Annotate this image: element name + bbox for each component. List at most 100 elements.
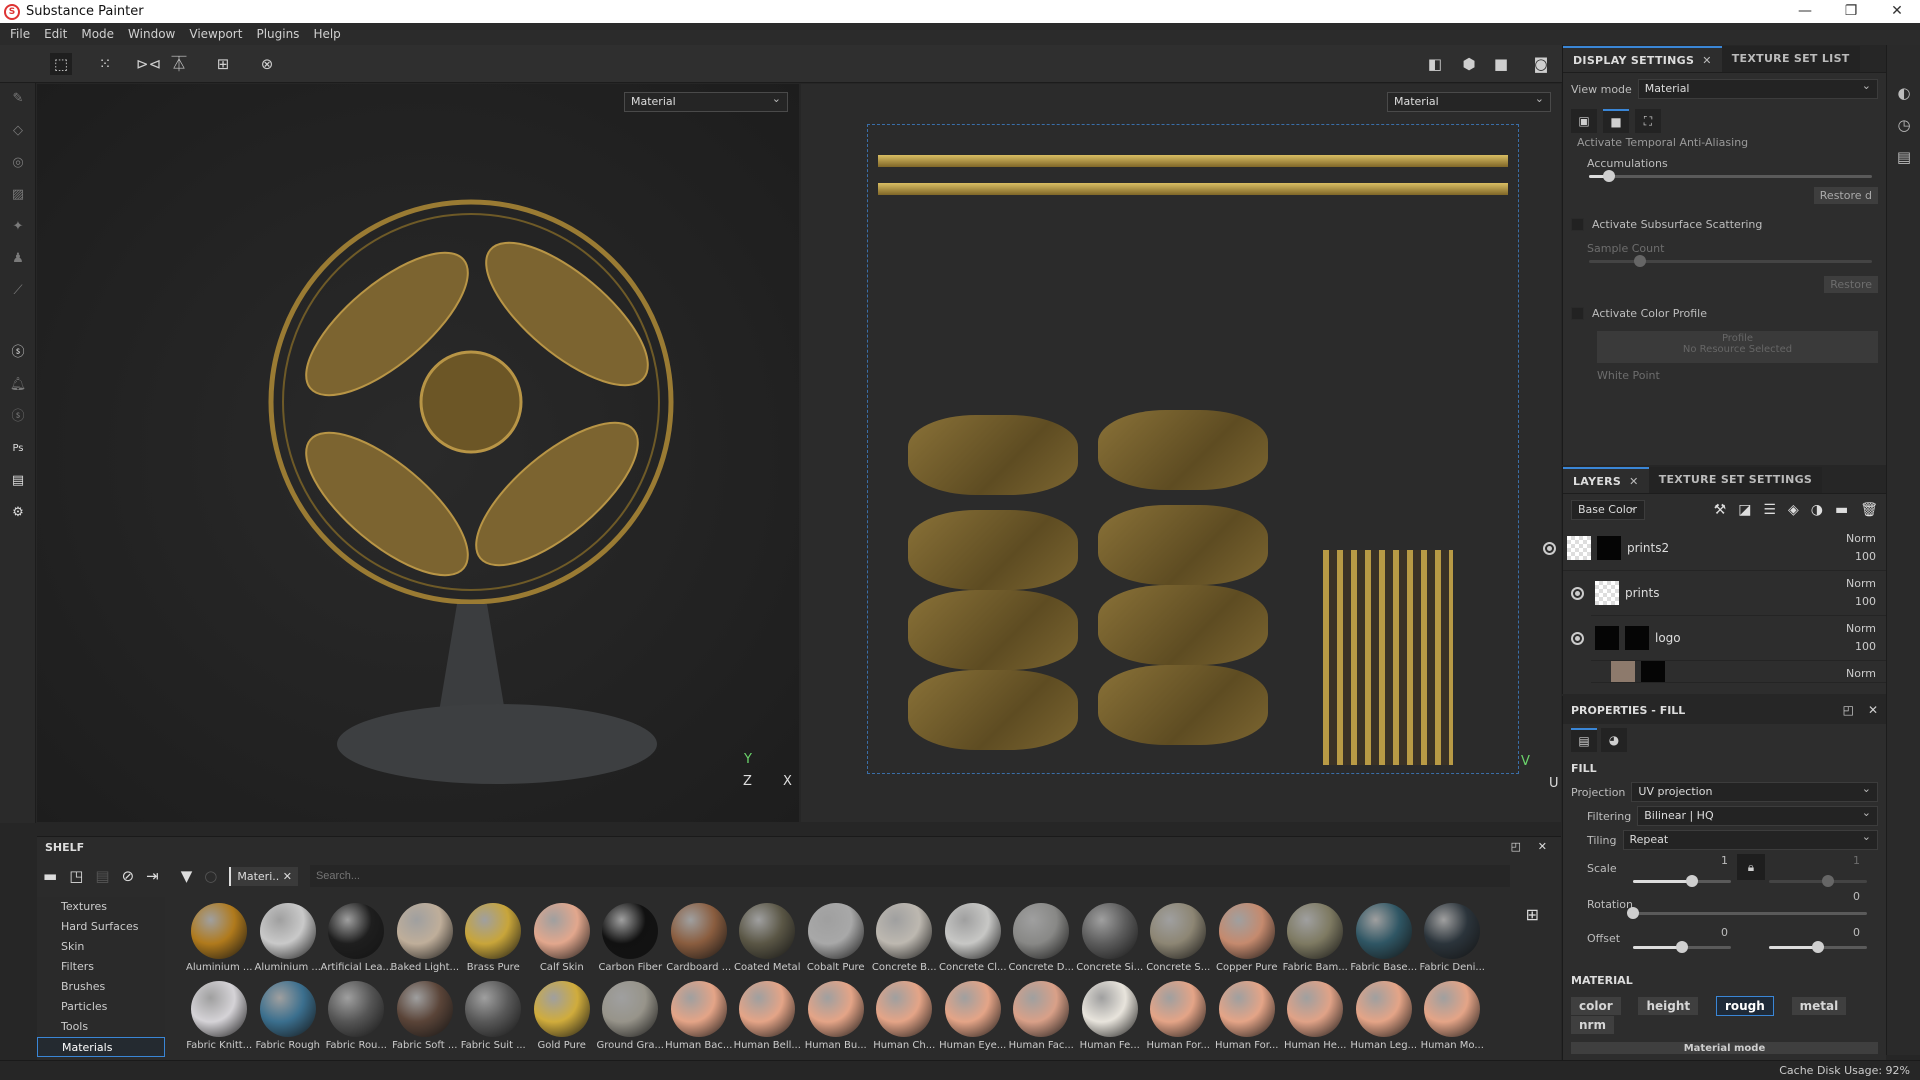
shading-icon[interactable]: ◐ (1887, 77, 1920, 109)
visibility-icon[interactable] (1571, 586, 1584, 600)
float-panel-icon[interactable]: ◰ (1843, 703, 1854, 717)
polygon-fill-icon[interactable]: ▨ (0, 179, 36, 211)
shelf-category-textures[interactable]: Textures (37, 897, 165, 917)
material-item[interactable]: Human For... (1213, 981, 1282, 1059)
paint-icon[interactable]: ✎ (0, 83, 36, 115)
material-nrm-button[interactable]: nrm (1571, 1016, 1614, 1034)
new-resource-icon[interactable]: ◳ (69, 867, 83, 885)
opacity-value[interactable]: 100 (1846, 593, 1876, 611)
profile-selector[interactable]: Profile No Resource Selected (1597, 331, 1878, 363)
viewport-2d[interactable]: Material V U (801, 84, 1561, 822)
material-item[interactable]: Human Mo... (1418, 981, 1487, 1059)
visibility-icon[interactable] (1571, 631, 1584, 645)
material-item[interactable]: Concrete S... (1144, 903, 1213, 981)
opacity-value[interactable]: 100 (1846, 638, 1876, 656)
lock-icon[interactable]: 🔒︎ (1737, 854, 1765, 880)
blend-mode-select[interactable]: Norm (1846, 620, 1876, 638)
material-item[interactable]: Human For... (1144, 981, 1213, 1059)
folder-icon[interactable]: ▬ (43, 867, 57, 885)
screenshot-icon[interactable]: ◙ (1530, 53, 1552, 75)
material-item[interactable]: Concrete Cl... (939, 903, 1008, 981)
save-icon[interactable]: ▤ (95, 867, 109, 885)
shelf-category-materials[interactable]: Materials (37, 1037, 165, 1057)
rotation-value[interactable]: 0 (1853, 890, 1860, 903)
material-item[interactable]: Human Leg... (1350, 981, 1419, 1059)
shelf-category-particles[interactable]: Particles (37, 997, 165, 1017)
offset-v-slider[interactable] (1769, 941, 1867, 953)
smudge-icon[interactable]: ✦ (0, 211, 36, 243)
blend-mode-select[interactable]: Norm (1846, 530, 1876, 548)
viewport-3d[interactable]: Material Y Z X (37, 84, 799, 822)
restore-button[interactable]: Restore d (1813, 187, 1878, 204)
add-effect-icon[interactable]: ⚒ (1714, 502, 1727, 518)
import-icon[interactable]: ⇥ (146, 867, 159, 885)
visibility-icon[interactable] (1543, 541, 1556, 555)
material-height-button[interactable]: height (1638, 997, 1699, 1015)
scale-u-slider[interactable] (1633, 875, 1731, 887)
document-icon[interactable]: ▤ (0, 465, 36, 497)
float-panel-icon[interactable]: ◰ (1511, 840, 1521, 853)
filtering-select[interactable]: Bilinear | HQ (1637, 804, 1878, 826)
material-item[interactable]: Carbon Fiber (596, 903, 665, 981)
layer-row[interactable]: prints2 Norm 100 (1543, 526, 1886, 571)
material-item[interactable]: Copper Pure (1213, 903, 1282, 981)
material-color-button[interactable]: color (1571, 997, 1621, 1015)
shelf-category-tools[interactable]: Tools (37, 1017, 165, 1037)
blend-mode-select[interactable]: Norm (1846, 665, 1876, 682)
material-item[interactable]: Human Bu... (802, 981, 871, 1059)
environment-icon[interactable]: ▣ (1571, 109, 1597, 133)
offset-u-value[interactable]: 0 (1721, 926, 1728, 939)
material-item[interactable]: Brass Pure (459, 903, 528, 981)
material-metal-button[interactable]: metal (1791, 997, 1847, 1015)
material-item[interactable]: Fabric Rou... (322, 981, 391, 1059)
material-item[interactable]: Baked Light... (390, 903, 459, 981)
hide-icon[interactable]: ⊘ (122, 867, 135, 885)
tiling-select[interactable]: Repeat (1622, 828, 1878, 850)
material-sphere-icon[interactable]: ◕ (1601, 728, 1627, 752)
material-item[interactable]: Concrete B... (870, 903, 939, 981)
settings-icon[interactable]: ⚙ (0, 497, 36, 529)
bell-icon[interactable]: 🔔︎ (0, 369, 36, 401)
reset-camera-icon[interactable]: ⊗ (256, 53, 278, 75)
material-item[interactable]: Fabric Base... (1350, 903, 1419, 981)
material-rough-button[interactable]: rough (1715, 996, 1774, 1016)
shelf-category-skin[interactable]: Skin (37, 937, 165, 957)
material-item[interactable]: Calf Skin (528, 903, 597, 981)
symmetry-y-icon[interactable]: ⏄ (168, 53, 190, 75)
scale-u-value[interactable]: 1 (1721, 854, 1728, 867)
view-mode-select[interactable]: Material (1637, 77, 1878, 99)
accumulations-slider[interactable] (1589, 170, 1872, 182)
menu-edit[interactable]: Edit (44, 27, 67, 41)
search-icon[interactable]: ○ (204, 867, 217, 885)
tab-texture-set-list[interactable]: TEXTURE SET LIST (1721, 46, 1860, 72)
material-item[interactable]: Human Eye... (939, 981, 1008, 1059)
material-item[interactable]: Fabric Knitt... (185, 981, 254, 1059)
material-item[interactable]: Human He... (1281, 981, 1350, 1059)
add-folder-icon[interactable]: ▬ (1835, 502, 1848, 518)
filter-icon[interactable]: ▼ (181, 867, 193, 885)
material-item[interactable]: Artificial Lea... (320, 903, 392, 981)
filter-chip[interactable]: Materi.. ✕ (229, 866, 298, 886)
material-item[interactable]: Human Bell... (733, 981, 802, 1059)
tab-texture-set-settings[interactable]: TEXTURE SET SETTINGS (1648, 467, 1823, 493)
material-item[interactable]: Fabric Bam... (1281, 903, 1350, 981)
menu-file[interactable]: File (10, 27, 30, 41)
opacity-value[interactable]: 100 (1846, 548, 1876, 566)
picker-icon[interactable]: ⟋ (0, 275, 36, 307)
shelf-category-hard-surfaces[interactable]: Hard Surfaces (37, 917, 165, 937)
cube-icon[interactable]: ⬢ (1458, 53, 1480, 75)
history-icon[interactable]: ◷ (1887, 109, 1920, 141)
shelf-category-filters[interactable]: Filters (37, 957, 165, 977)
material-item[interactable]: Human Fe... (1076, 981, 1145, 1059)
minimize-button[interactable]: — (1782, 0, 1828, 23)
log-icon[interactable]: ▤ (1887, 141, 1920, 173)
sss-checkbox[interactable] (1571, 217, 1584, 231)
sample-count-slider[interactable] (1589, 255, 1872, 267)
eraser-icon[interactable]: ◇ (0, 115, 36, 147)
grid-icon[interactable]: ⁙ (94, 53, 116, 75)
split-view-icon[interactable]: ◧ (1424, 53, 1446, 75)
offset-u-slider[interactable] (1633, 941, 1731, 953)
material-item[interactable]: Human Ch... (870, 981, 939, 1059)
restore-button[interactable]: ❐ (1828, 0, 1874, 23)
close-panel-icon[interactable]: ✕ (1538, 840, 1547, 853)
